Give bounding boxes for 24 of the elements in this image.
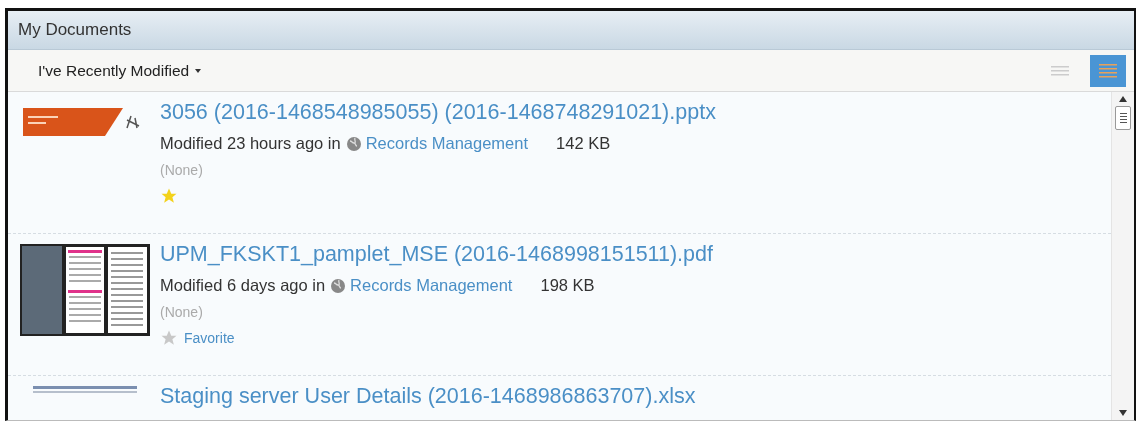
site-link[interactable]: Records Management: [365, 134, 529, 153]
star-icon[interactable]: [160, 187, 178, 205]
description-text: (None): [160, 162, 204, 178]
scroll-thumb[interactable]: [1115, 106, 1131, 130]
document-link[interactable]: 3056 (2016-1468548985055) (2016-1468748291021).pptx: [160, 100, 716, 125]
modified-text: Modified 6 days ago in: [160, 276, 326, 295]
file-size: 198 KB: [540, 276, 595, 295]
panel-title: My Documents: [18, 20, 132, 40]
favorite-link[interactable]: Favorite: [184, 330, 235, 346]
site-link[interactable]: Records Management: [350, 276, 513, 295]
scrollbar[interactable]: [1111, 92, 1134, 420]
modified-text: Modified 23 hours ago in: [160, 134, 341, 153]
star-icon[interactable]: [160, 329, 178, 347]
filter-dropdown[interactable]: I've Recently Modified: [38, 61, 202, 80]
document-link[interactable]: UPM_FKSKT1_pamplet_MSE (2016-1468998151511).pdf: [160, 242, 713, 267]
caret-icon: [195, 68, 202, 73]
file-size: 142 KB: [556, 134, 611, 153]
scroll-down-button[interactable]: [1119, 410, 1127, 416]
description-text: (None): [160, 304, 204, 320]
scroll-up-button[interactable]: [1119, 96, 1127, 102]
document-link[interactable]: Staging server User Details (2016-1468986863707).xlsx: [160, 384, 696, 409]
detailed-view-button[interactable]: [1090, 54, 1126, 87]
detail-list-icon: [1097, 61, 1119, 80]
list-icon: [1049, 63, 1071, 78]
